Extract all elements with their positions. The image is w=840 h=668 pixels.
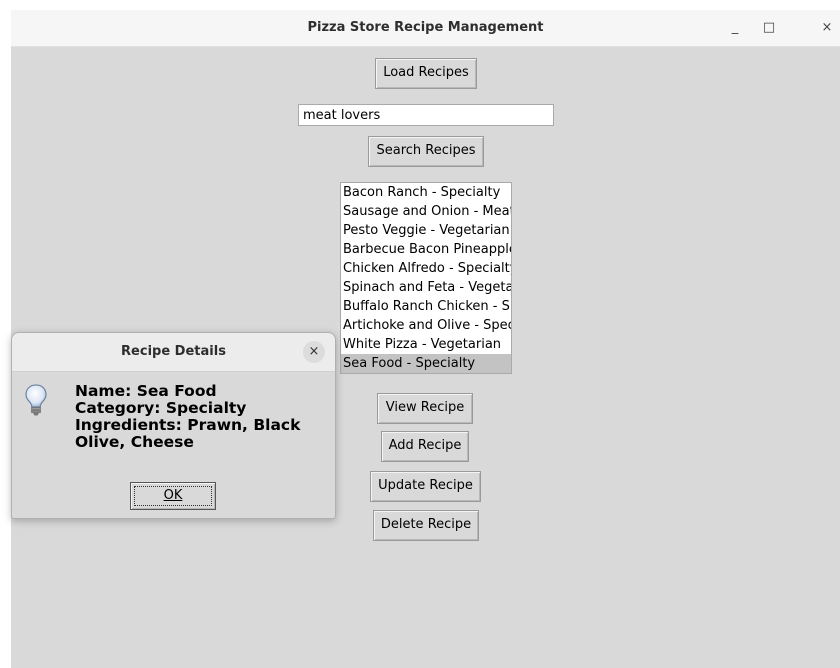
close-button[interactable]: ×	[817, 18, 837, 38]
list-item[interactable]: Chicken Alfredo - Specialty	[341, 259, 511, 278]
recipe-listbox[interactable]: Bacon Ranch - Specialty Sausage and Onion…	[340, 182, 512, 374]
dialog-title-bar: Recipe Details ×	[12, 333, 335, 372]
minimize-button[interactable]: _	[725, 18, 745, 38]
list-item[interactable]: Sausage and Onion - Meat	[341, 202, 511, 221]
view-recipe-button[interactable]: View Recipe	[377, 393, 473, 424]
list-item[interactable]: Sea Food - Specialty	[341, 354, 511, 373]
recipe-ingredients-line: Ingredients: Prawn, Black Olive, Cheese	[75, 416, 301, 451]
ok-button[interactable]: OK	[130, 482, 216, 510]
recipe-details-dialog: Recipe Details × Name: Sea Food Category…	[11, 332, 336, 519]
ok-button-label: OK	[163, 488, 183, 503]
update-recipe-button[interactable]: Update Recipe	[370, 471, 481, 502]
list-item[interactable]: Spinach and Feta - Vegetarian	[341, 278, 511, 297]
dialog-title: Recipe Details	[121, 344, 226, 359]
load-recipes-button[interactable]: Load Recipes	[375, 58, 477, 89]
window-title: Pizza Store Recipe Management	[307, 20, 544, 35]
search-input[interactable]	[298, 104, 554, 126]
list-item[interactable]: White Pizza - Vegetarian	[341, 335, 511, 354]
title-bar: Pizza Store Recipe Management _ □ ×	[11, 10, 840, 47]
recipe-category-line: Category: Specialty	[75, 399, 247, 417]
dialog-close-button[interactable]: ×	[303, 341, 325, 363]
search-recipes-button[interactable]: Search Recipes	[368, 136, 484, 167]
add-recipe-button[interactable]: Add Recipe	[381, 431, 469, 462]
delete-recipe-button[interactable]: Delete Recipe	[373, 510, 479, 541]
list-item[interactable]: Pesto Veggie - Vegetarian	[341, 221, 511, 240]
list-item[interactable]: Artichoke and Olive - Specialty	[341, 316, 511, 335]
list-item[interactable]: Barbecue Bacon Pineapple	[341, 240, 511, 259]
recipe-name-line: Name: Sea Food	[75, 382, 217, 400]
list-item[interactable]: Buffalo Ranch Chicken - Specialty	[341, 297, 511, 316]
dialog-message: Name: Sea Food Category: Specialty Ingre…	[75, 383, 330, 451]
list-item[interactable]: Bacon Ranch - Specialty	[341, 183, 511, 202]
lightbulb-icon	[25, 384, 47, 416]
maximize-button[interactable]: □	[759, 18, 779, 38]
